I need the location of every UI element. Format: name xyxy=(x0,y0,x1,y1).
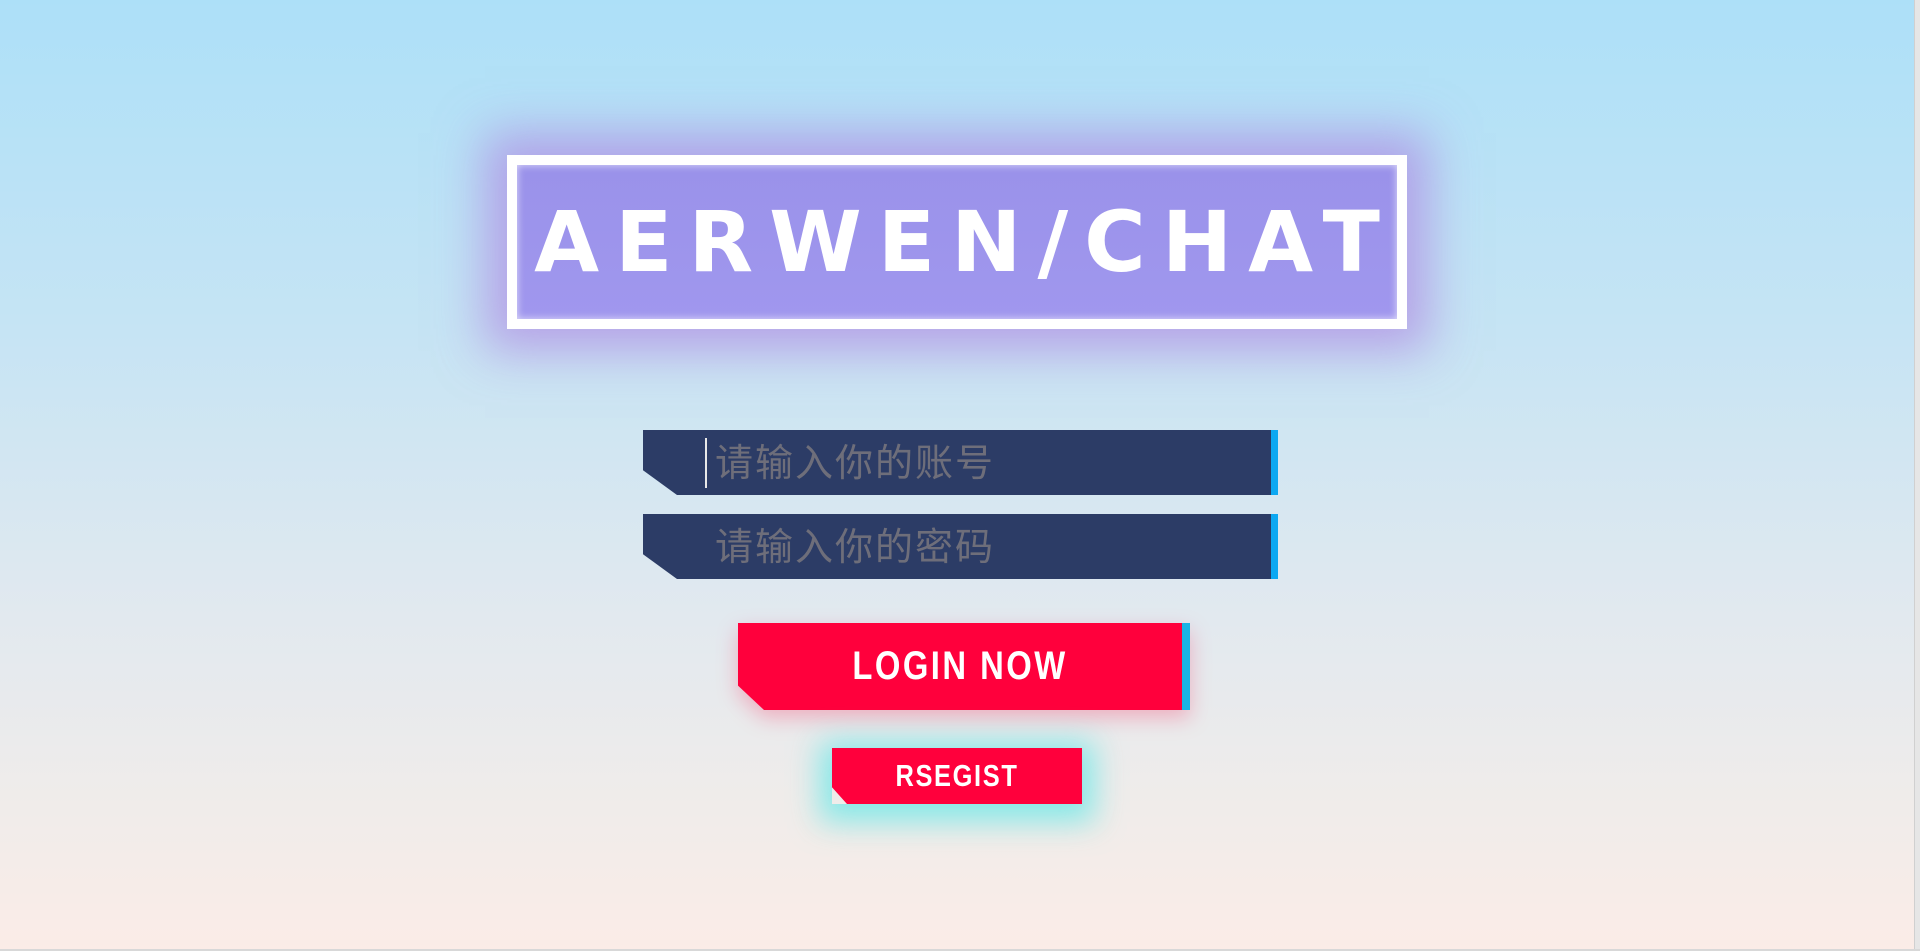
title-banner-panel: AERWEN/CHAT xyxy=(517,165,1397,319)
account-field-accent xyxy=(1271,430,1278,495)
app-title: AERWEN/CHAT xyxy=(534,193,1396,291)
register-button-label: RSEGIST xyxy=(895,758,1019,793)
login-button[interactable]: LOGIN NOW xyxy=(738,623,1190,710)
register-button[interactable]: RSEGIST xyxy=(832,748,1082,804)
password-field[interactable] xyxy=(643,514,1278,579)
title-banner: AERWEN/CHAT xyxy=(507,155,1407,329)
account-input[interactable] xyxy=(705,430,1245,495)
password-field-accent xyxy=(1271,514,1278,579)
password-input[interactable] xyxy=(705,514,1245,579)
account-field[interactable] xyxy=(643,430,1278,495)
login-button-label: LOGIN NOW xyxy=(852,644,1068,688)
page-scrollbar[interactable] xyxy=(1914,0,1920,951)
login-button-accent xyxy=(1182,623,1190,710)
